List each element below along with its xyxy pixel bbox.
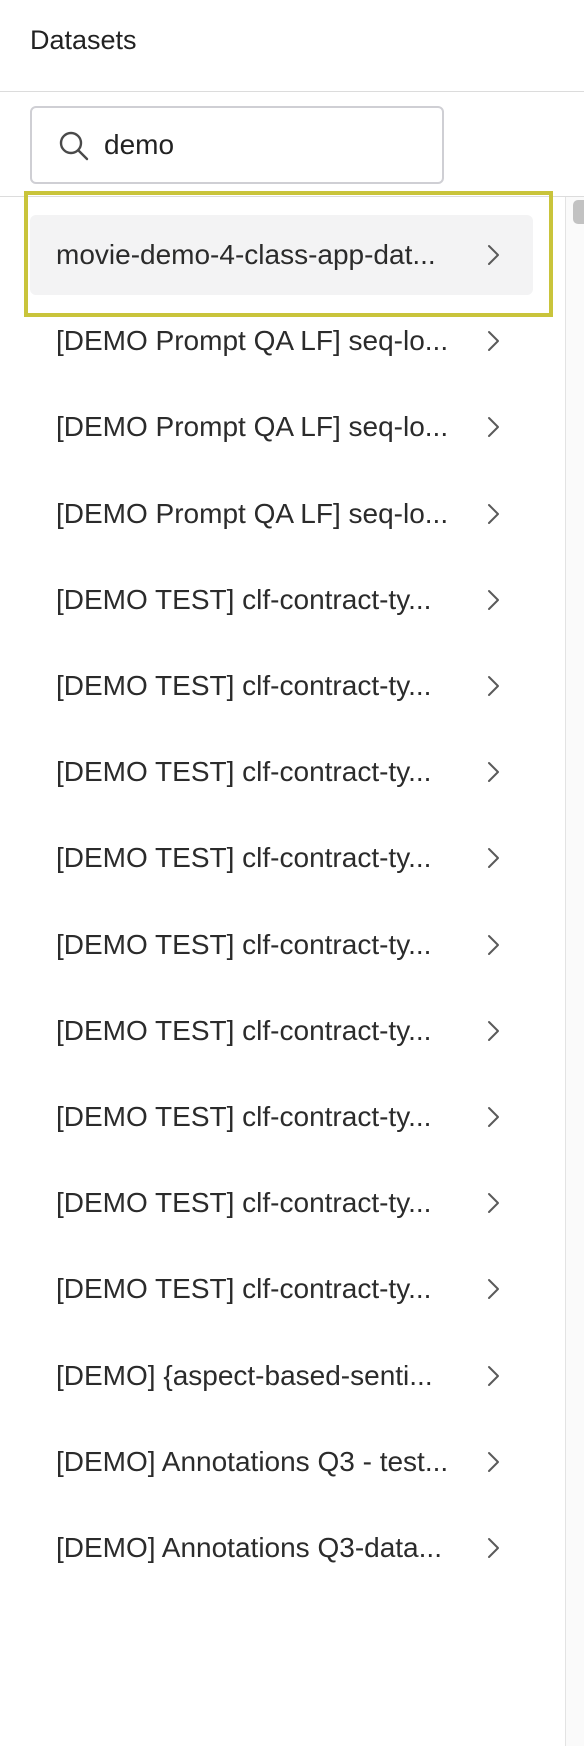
dataset-name: [DEMO TEST] clf-contract-ty... [56,1101,432,1132]
chevron-right-icon [488,589,499,610]
dataset-list-item[interactable]: [DEMO Prompt QA LF] seq-lo... [30,301,533,381]
dataset-list-item[interactable]: [DEMO] Annotations Q3-data... [30,1508,533,1588]
chevron-right-icon [488,1451,499,1472]
dataset-name: [DEMO TEST] clf-contract-ty... [56,670,432,701]
chevron-right-icon [488,331,499,352]
chevron-right-icon [488,1538,499,1558]
dataset-list-item[interactable]: movie-demo-4-class-app-dat... [30,215,533,295]
chevron-right-icon [488,934,499,955]
dataset-name: [DEMO TEST] clf-contract-ty... [56,928,432,960]
dataset-name: [DEMO] {aspect-based-senti... [56,1359,433,1391]
dataset-name: [DEMO] Annotations Q3 - test... [56,1445,449,1477]
dataset-list-item[interactable]: [DEMO TEST] clf-contract-ty... [30,646,533,726]
dataset-name: [DEMO Prompt QA LF] seq-lo... [56,325,449,357]
dataset-list: movie-demo-4-class-app-dat... [DEMO Promp… [0,197,565,1746]
page-title: Datasets [30,25,137,55]
dataset-name: [DEMO] Annotations Q3-data... [56,1532,442,1563]
chevron-right-icon [488,1279,499,1300]
chevron-right-icon [488,245,499,265]
dataset-list-item[interactable]: [DEMO TEST] clf-contract-ty... [30,1163,533,1243]
search-bar [0,92,584,197]
chevron-right-icon [488,503,499,524]
dataset-name: [DEMO TEST] clf-contract-ty... [56,583,432,615]
search-icon [59,131,89,161]
dataset-list-item[interactable]: [DEMO] Annotations Q3 - test... [30,1422,533,1502]
chevron-right-icon [488,1020,499,1041]
dataset-name: [DEMO Prompt QA LF] seq-lo... [56,411,449,443]
dataset-name: [DEMO TEST] clf-contract-ty... [56,842,432,874]
chevron-right-icon [488,676,499,696]
dataset-list-item[interactable]: [DEMO TEST] clf-contract-ty... [30,1249,533,1329]
chevron-right-icon [488,762,499,783]
dataset-name: [DEMO TEST] clf-contract-ty... [56,1014,432,1046]
chevron-right-icon [488,1193,499,1214]
search-input[interactable] [104,122,424,168]
scrollbar-track[interactable] [565,197,584,1746]
dataset-list-item[interactable]: [DEMO TEST] clf-contract-ty... [30,905,533,985]
dataset-list-item[interactable]: [DEMO TEST] clf-contract-ty... [30,1077,533,1157]
chevron-right-icon [488,417,499,438]
dataset-list-item[interactable]: [DEMO TEST] clf-contract-ty... [30,991,533,1071]
dataset-list-item[interactable]: [DEMO TEST] clf-contract-ty... [30,560,533,640]
dataset-list-item[interactable]: [DEMO TEST] clf-contract-ty... [30,732,533,812]
dataset-list-item[interactable]: [DEMO Prompt QA LF] seq-lo... [30,474,533,554]
chevron-right-icon [488,1107,499,1127]
dataset-list-item[interactable]: [DEMO TEST] clf-contract-ty... [30,818,533,898]
dataset-name: [DEMO Prompt QA LF] seq-lo... [56,497,449,529]
dataset-name: [DEMO TEST] clf-contract-ty... [56,1187,432,1219]
dataset-list-item[interactable]: [DEMO Prompt QA LF] seq-lo... [30,387,533,467]
scrollbar-thumb[interactable] [573,200,584,224]
chevron-right-icon [488,1365,499,1386]
dataset-name: movie-demo-4-class-app-dat... [56,239,436,270]
dataset-name: [DEMO TEST] clf-contract-ty... [56,1273,432,1305]
header: Datasets [0,0,584,92]
chevron-right-icon [488,848,499,869]
dataset-name: [DEMO TEST] clf-contract-ty... [56,756,432,788]
dataset-list-item[interactable]: [DEMO] {aspect-based-senti... [30,1336,533,1416]
search-field[interactable] [30,106,444,184]
